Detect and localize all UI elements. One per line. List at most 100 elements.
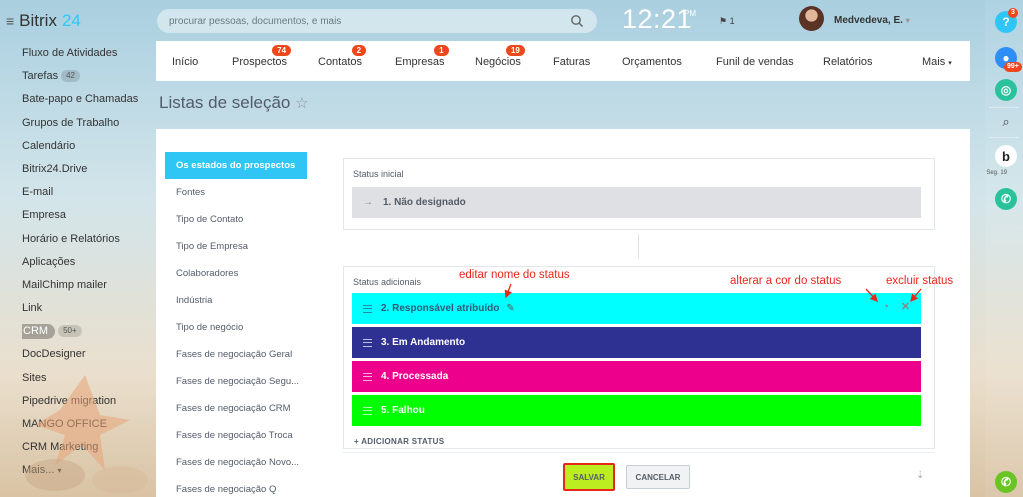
hamburger-icon[interactable]: ≡ <box>6 13 14 29</box>
sidebar-item-horario[interactable]: Horário e Relatórios <box>22 228 147 251</box>
sidebar-item-email[interactable]: E-mail <box>22 181 147 204</box>
annotation-color: alterar a cor do status <box>730 275 842 287</box>
sidebar-item-mais[interactable]: Mais... ▾ <box>22 459 147 482</box>
sidebar-item-drive[interactable]: Bitrix24.Drive <box>22 158 147 181</box>
save-button[interactable]: SALVAR <box>563 463 615 491</box>
rail-divider <box>989 107 1019 108</box>
sidebar-item-link[interactable]: Link <box>22 297 147 320</box>
tab-fases-segu[interactable]: Fases de negociação Segu... <box>165 368 311 395</box>
sidebar-item-grupos[interactable]: Grupos de Trabalho <box>22 112 147 135</box>
status-label[interactable]: 4. Processada <box>381 371 448 382</box>
tab-fases-novo[interactable]: Fases de negociação Novo... <box>165 449 311 476</box>
cancel-button[interactable]: CANCELAR <box>626 465 690 489</box>
sidebar-item-crm-marketing[interactable]: CRM Marketing <box>22 436 147 459</box>
tab-prospectos[interactable]: Prospectos 74 <box>232 45 292 68</box>
sidebar-item-label: Bitrix24.Drive <box>22 162 88 175</box>
tab-negocios[interactable]: Negócios 19 <box>475 45 525 68</box>
sidebar-item-tarefas[interactable]: Tarefas 42 <box>22 65 147 88</box>
tab-label: Faturas <box>553 56 591 68</box>
tab-fases-geral[interactable]: Fases de negociação Geral <box>165 341 311 368</box>
avatar[interactable] <box>799 6 824 31</box>
status-row[interactable]: 2. Responsável atribuído ✎ ◔ ✕ <box>352 293 921 324</box>
sidebar-item-label: E-mail <box>22 186 54 199</box>
search-bar[interactable] <box>157 9 597 33</box>
sidebar-item-sites[interactable]: Sites <box>22 367 147 390</box>
user-menu[interactable]: Medvedeva, E. ▾ <box>834 15 910 26</box>
button-bar: SALVAR CANCELAR ⇣ <box>343 452 935 497</box>
status-label[interactable]: 5. Falhou <box>381 405 425 416</box>
search-input[interactable] <box>157 9 557 33</box>
close-icon[interactable]: ✕ <box>901 300 910 313</box>
rail-caption: Seg. 19 <box>986 170 1007 176</box>
tab-contatos[interactable]: Contatos 2 <box>318 45 367 68</box>
drag-handle-icon[interactable] <box>363 338 372 347</box>
palette-icon[interactable]: ◔ <box>882 301 889 313</box>
pencil-icon[interactable]: ✎ <box>506 303 514 314</box>
tab-fases-crm[interactable]: Fases de negociação CRM <box>165 395 311 422</box>
sidebar-item-calendario[interactable]: Calendário <box>22 135 147 158</box>
sidebar-item-aplicacoes[interactable]: Aplicações <box>22 251 147 274</box>
sidebar-item-pipedrive[interactable]: Pipedrive migration <box>22 390 147 413</box>
status-row[interactable]: 3. Em Andamento <box>352 327 921 358</box>
sidebar-item-mango[interactable]: MANGO OFFICE <box>22 413 147 436</box>
tab-inicio[interactable]: Início <box>172 56 198 68</box>
tab-colaboradores[interactable]: Colaboradores <box>165 260 311 287</box>
tab-label: Funil de vendas <box>716 56 794 68</box>
tab-tipo-contato[interactable]: Tipo de Contato <box>165 206 311 233</box>
tab-mais[interactable]: Mais ▾ <box>922 56 952 68</box>
sidebar-item-docdesigner[interactable]: DocDesigner <box>22 343 147 366</box>
tab-tipo-negocio[interactable]: Tipo de negócio <box>165 314 311 341</box>
chat-icon[interactable]: ◎ <box>995 79 1017 101</box>
left-sidebar: ≡ Bitrix 24 Fluxo de Atividades Tarefas 42… <box>0 0 150 497</box>
sidebar-item-label: Sites <box>22 371 47 384</box>
tab-estados-prospectos[interactable]: Os estados do prospectos <box>165 152 307 179</box>
sidebar-item-fluxo[interactable]: Fluxo de Atividades <box>22 42 147 65</box>
search-icon[interactable] <box>569 13 585 29</box>
sidebar-item-mailchimp[interactable]: MailChimp mailer <box>22 274 147 297</box>
sidebar-item-chat[interactable]: Bate-papo e Chamadas <box>22 88 147 111</box>
search-icon[interactable]: ⌕ <box>995 111 1017 133</box>
tab-fases-q[interactable]: Fases de negociação Q <box>165 476 311 497</box>
sidebar-item-label: Horário e Relatórios <box>22 232 120 245</box>
pin-icon[interactable]: ⇣ <box>916 470 924 481</box>
sidebar-item-empresa[interactable]: Empresa <box>22 204 147 227</box>
panel-title: Status adicionais <box>353 277 422 287</box>
sidebar-item-label: Mais... <box>22 464 55 477</box>
status-label[interactable]: 2. Responsável atribuído <box>381 303 499 314</box>
drag-handle-icon[interactable] <box>363 372 372 381</box>
divider <box>638 234 639 258</box>
tab-empresas[interactable]: Empresas 1 <box>395 45 449 68</box>
page-title-text: Listas de seleção <box>159 93 291 112</box>
phone-icon[interactable]: ✆ <box>995 188 1017 210</box>
tab-label: Início <box>172 56 199 68</box>
sidebar-item-crm[interactable]: CRM 50+ <box>22 320 147 343</box>
tab-relatorios[interactable]: Relatórios <box>823 56 873 68</box>
drag-handle-icon[interactable] <box>363 406 372 415</box>
sidebar-item-label: Link <box>22 302 43 315</box>
add-status-link[interactable]: + ADICIONAR STATUS <box>354 437 444 446</box>
drag-handle-icon[interactable] <box>363 304 372 313</box>
tab-faturas[interactable]: Faturas <box>553 56 590 68</box>
chevron-down-icon: ▾ <box>57 466 62 476</box>
tab-fases-troca[interactable]: Fases de negociação Troca <box>165 422 311 449</box>
tab-funil[interactable]: Funil de vendas <box>716 56 794 68</box>
star-icon[interactable]: ☆ <box>295 95 308 112</box>
sidebar-item-label: Aplicações <box>22 255 76 268</box>
status-label[interactable]: 3. Em Andamento <box>381 337 465 348</box>
clock[interactable]: 12:21 <box>622 4 692 35</box>
tab-fontes[interactable]: Fontes <box>165 179 311 206</box>
tab-label: Negócios <box>475 56 521 68</box>
count-badge: 1 <box>434 45 449 56</box>
tab-orcamentos[interactable]: Orçamentos <box>622 56 682 68</box>
bot-avatar-icon[interactable]: b <box>995 145 1017 167</box>
help-badge: 3 <box>1008 8 1018 18</box>
logo[interactable]: ≡ Bitrix 24 <box>6 11 81 31</box>
status-row[interactable]: 5. Falhou <box>352 395 921 426</box>
sidebar-item-label: Fluxo de Atividades <box>22 47 118 59</box>
tab-tipo-empresa[interactable]: Tipo de Empresa <box>165 233 311 260</box>
tab-industria[interactable]: Indústria <box>165 287 311 314</box>
flag-counter[interactable]: ⚑ 1 <box>719 16 735 27</box>
status-row[interactable]: 4. Processada <box>352 361 921 392</box>
call-icon[interactable]: ✆ <box>995 471 1017 493</box>
chevron-down-icon: ▾ <box>905 16 910 25</box>
